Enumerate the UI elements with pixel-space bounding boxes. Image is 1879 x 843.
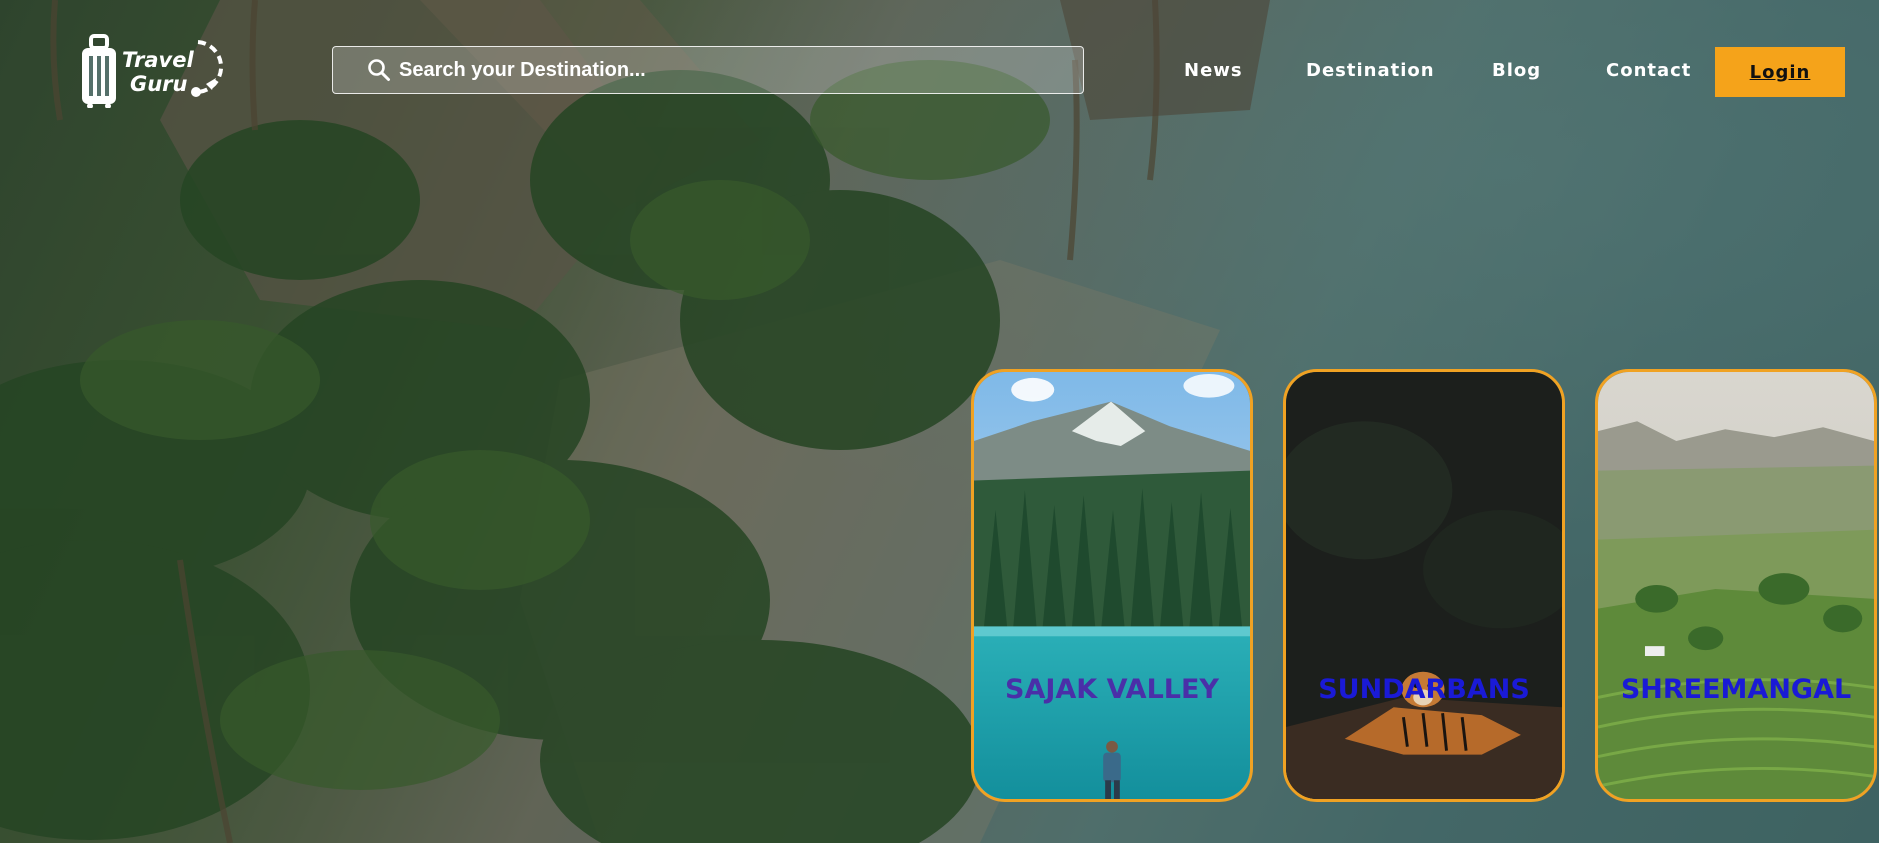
- page: Travel Guru News Destination Blog Contac…: [0, 0, 1879, 843]
- tiger-image: [1286, 372, 1562, 799]
- travel-guru-logo[interactable]: Travel Guru: [80, 34, 236, 108]
- login-button[interactable]: Login: [1715, 47, 1845, 97]
- nav-link-contact[interactable]: Contact: [1606, 60, 1691, 81]
- logo-line1: Travel: [122, 48, 194, 72]
- destination-card-sajak-valley[interactable]: SAJAK VALLEY: [971, 369, 1253, 802]
- destination-title: SHREEMANGAL: [1620, 674, 1852, 705]
- search-icon[interactable]: [367, 57, 393, 83]
- logo-line2: Guru: [130, 72, 188, 96]
- destination-card-shreemangal[interactable]: SHREEMANGAL: [1595, 369, 1877, 802]
- search-input[interactable]: [393, 57, 1083, 83]
- destination-title: SAJAK VALLEY: [1005, 674, 1219, 705]
- mountain-lake-image: [974, 372, 1250, 799]
- destination-title: SUNDARBANS: [1318, 674, 1530, 705]
- nav-link-destination[interactable]: Destination: [1306, 60, 1435, 81]
- tea-garden-image: [1598, 372, 1874, 799]
- search-bar[interactable]: [332, 46, 1084, 94]
- destination-card-sundarbans[interactable]: SUNDARBANS: [1283, 369, 1565, 802]
- nav-link-news[interactable]: News: [1184, 60, 1243, 81]
- nav-link-blog[interactable]: Blog: [1492, 60, 1541, 81]
